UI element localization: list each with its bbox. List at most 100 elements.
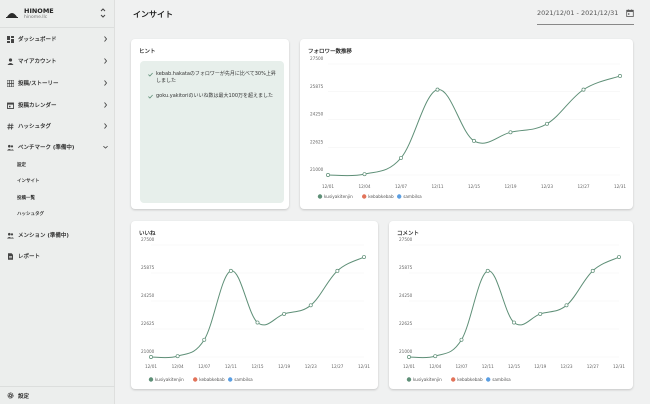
date-range-text: 2021/12/01 - 2021/12/31 <box>537 9 619 17</box>
calendar-icon[interactable] <box>626 9 634 17</box>
hint-card: ヒント kebab.hakataのフォロワーが先月に比べて30%上昇しました g… <box>131 39 289 209</box>
x-tick-label: 12/23 <box>541 184 553 189</box>
x-tick-label: 12/07 <box>198 364 210 369</box>
chevron-right-icon <box>104 58 108 64</box>
chevron-right-icon <box>104 123 108 129</box>
y-tick-label: 24250 <box>310 112 324 117</box>
sub-item-post-list[interactable]: 投稿一覧 <box>17 195 35 203</box>
y-tick-label: 27500 <box>399 237 413 242</box>
x-tick-label: 12/23 <box>305 364 317 369</box>
legend-marker <box>406 377 412 382</box>
x-tick-label: 12/31 <box>614 184 626 189</box>
sidebar-item-dashboard[interactable]: ダッシュボード <box>0 31 115 47</box>
legend-marker <box>397 194 402 199</box>
x-tick-label: 12/19 <box>504 184 516 189</box>
sidebar-item-label: メンション (準備中) <box>18 233 69 239</box>
chevron-down-icon <box>103 145 108 149</box>
sidebar: HINOME hinome.llc ダッシュボード マイアカウント 投稿/ストー… <box>0 0 115 404</box>
comments-chart: 21000 22625 24250 25875 27500 12/01 12/04 12/07… <box>399 237 625 382</box>
y-tick-label: 25875 <box>141 265 155 270</box>
data-point <box>590 268 595 273</box>
document-icon <box>8 252 13 260</box>
hint-text: kebab.hakataのフォロワーが先月に比べて30%上昇しました <box>156 71 276 84</box>
date-range-picker[interactable]: 2021/12/01 - 2021/12/31 <box>537 9 634 25</box>
y-tick-label: 21000 <box>141 349 155 354</box>
dashboard-icon <box>7 35 14 43</box>
legend-marker <box>486 377 491 382</box>
x-tick-label: 12/07 <box>455 364 467 369</box>
data-point <box>335 268 340 273</box>
data-point <box>362 255 366 260</box>
data-point <box>581 87 586 92</box>
y-tick-label: 25875 <box>399 265 413 270</box>
data-point <box>255 320 260 325</box>
account-switcher[interactable]: HINOME hinome.llc <box>0 0 114 27</box>
chevron-right-icon <box>104 36 108 42</box>
sidebar-item-label: ハッシュタグ <box>18 124 52 130</box>
sidebar-item-post-calendar[interactable]: 投稿カレンダー <box>0 97 115 113</box>
sidebar-item-benchmark[interactable]: ベンチマーク (準備中) <box>0 139 115 155</box>
legend-label: kebabkebab <box>199 377 225 382</box>
data-point <box>362 172 367 177</box>
chevron-right-icon <box>104 80 108 86</box>
check-icon <box>148 94 153 99</box>
sub-item-insight[interactable]: インサイト <box>17 178 40 186</box>
comments-chart-card: コメント 21000 22625 24250 25875 27500 12/01 12/04… <box>389 221 633 389</box>
legend-marker <box>317 194 323 199</box>
followers-chart: 21000 22625 24250 25875 27500 12/01 12/04 12/07… <box>310 56 626 199</box>
x-tick-label: 12/01 <box>145 364 157 369</box>
data-point <box>308 303 313 308</box>
sidebar-item-my-account[interactable]: マイアカウント <box>0 53 115 69</box>
x-tick-label: 12/04 <box>358 184 370 189</box>
x-tick-label: 12/31 <box>358 364 370 369</box>
data-point <box>228 268 233 273</box>
data-point <box>508 130 513 135</box>
y-tick-label: 24250 <box>399 293 413 298</box>
series-line <box>327 75 621 177</box>
check-icon <box>148 72 153 77</box>
y-tick-label: 24250 <box>141 293 155 298</box>
gear-icon <box>7 392 14 399</box>
grid-icon <box>7 79 14 87</box>
page-title: インサイト <box>133 10 173 19</box>
x-tick-label: 12/27 <box>587 364 599 369</box>
x-tick-label: 12/11 <box>482 364 494 369</box>
sidebar-item-label: ダッシュボード <box>18 37 57 43</box>
x-tick-label: 12/01 <box>403 364 415 369</box>
x-tick-label: 12/15 <box>468 184 480 189</box>
settings-label: 設定 <box>18 393 30 400</box>
sub-item-settings[interactable]: 設定 <box>17 162 26 170</box>
account-icon <box>7 57 14 65</box>
series-line <box>150 256 365 359</box>
sidebar-item-mention[interactable]: メンション (準備中) <box>0 227 115 243</box>
calendar-icon <box>7 102 14 109</box>
x-tick-label: 12/27 <box>577 184 589 189</box>
x-tick-label: 12/31 <box>613 364 625 369</box>
y-tick-label: 27500 <box>310 56 324 61</box>
unfold-icon[interactable] <box>100 7 106 19</box>
sub-item-hashtag[interactable]: ハッシュタグ <box>17 211 44 219</box>
data-point <box>202 337 207 342</box>
y-tick-label: 21000 <box>310 167 324 172</box>
legend-label: kusiyakitenjin <box>324 194 353 199</box>
data-point <box>512 320 516 325</box>
sidebar-item-report[interactable]: レポート <box>0 248 115 264</box>
legend-marker <box>148 377 154 382</box>
sidebar-item-posts-stories[interactable]: 投稿/ストーリー <box>0 75 115 91</box>
hint-text: goku.yakitoriのいいね数は最大100万を超えました <box>156 93 274 99</box>
sidebar-item-label: レポート <box>18 254 41 260</box>
account-name: hinome.llc <box>24 14 48 20</box>
data-point <box>399 155 403 160</box>
x-tick-label: 12/11 <box>431 184 443 189</box>
y-tick-label: 22625 <box>310 139 324 144</box>
data-point <box>282 311 287 316</box>
sidebar-item-label: 投稿カレンダー <box>18 103 57 109</box>
x-tick-label: 12/04 <box>429 364 441 369</box>
settings-button[interactable]: 設定 <box>0 386 115 404</box>
sidebar-item-hashtag[interactable]: ハッシュタグ <box>0 118 115 134</box>
legend-marker <box>362 194 367 199</box>
likes-chart-card: いいね 21000 22625 24250 25875 27500 12/01 12/04 1… <box>131 221 378 389</box>
sidebar-item-label: ベンチマーク (準備中) <box>18 145 75 151</box>
legend-marker <box>193 377 198 382</box>
data-point <box>485 268 490 273</box>
